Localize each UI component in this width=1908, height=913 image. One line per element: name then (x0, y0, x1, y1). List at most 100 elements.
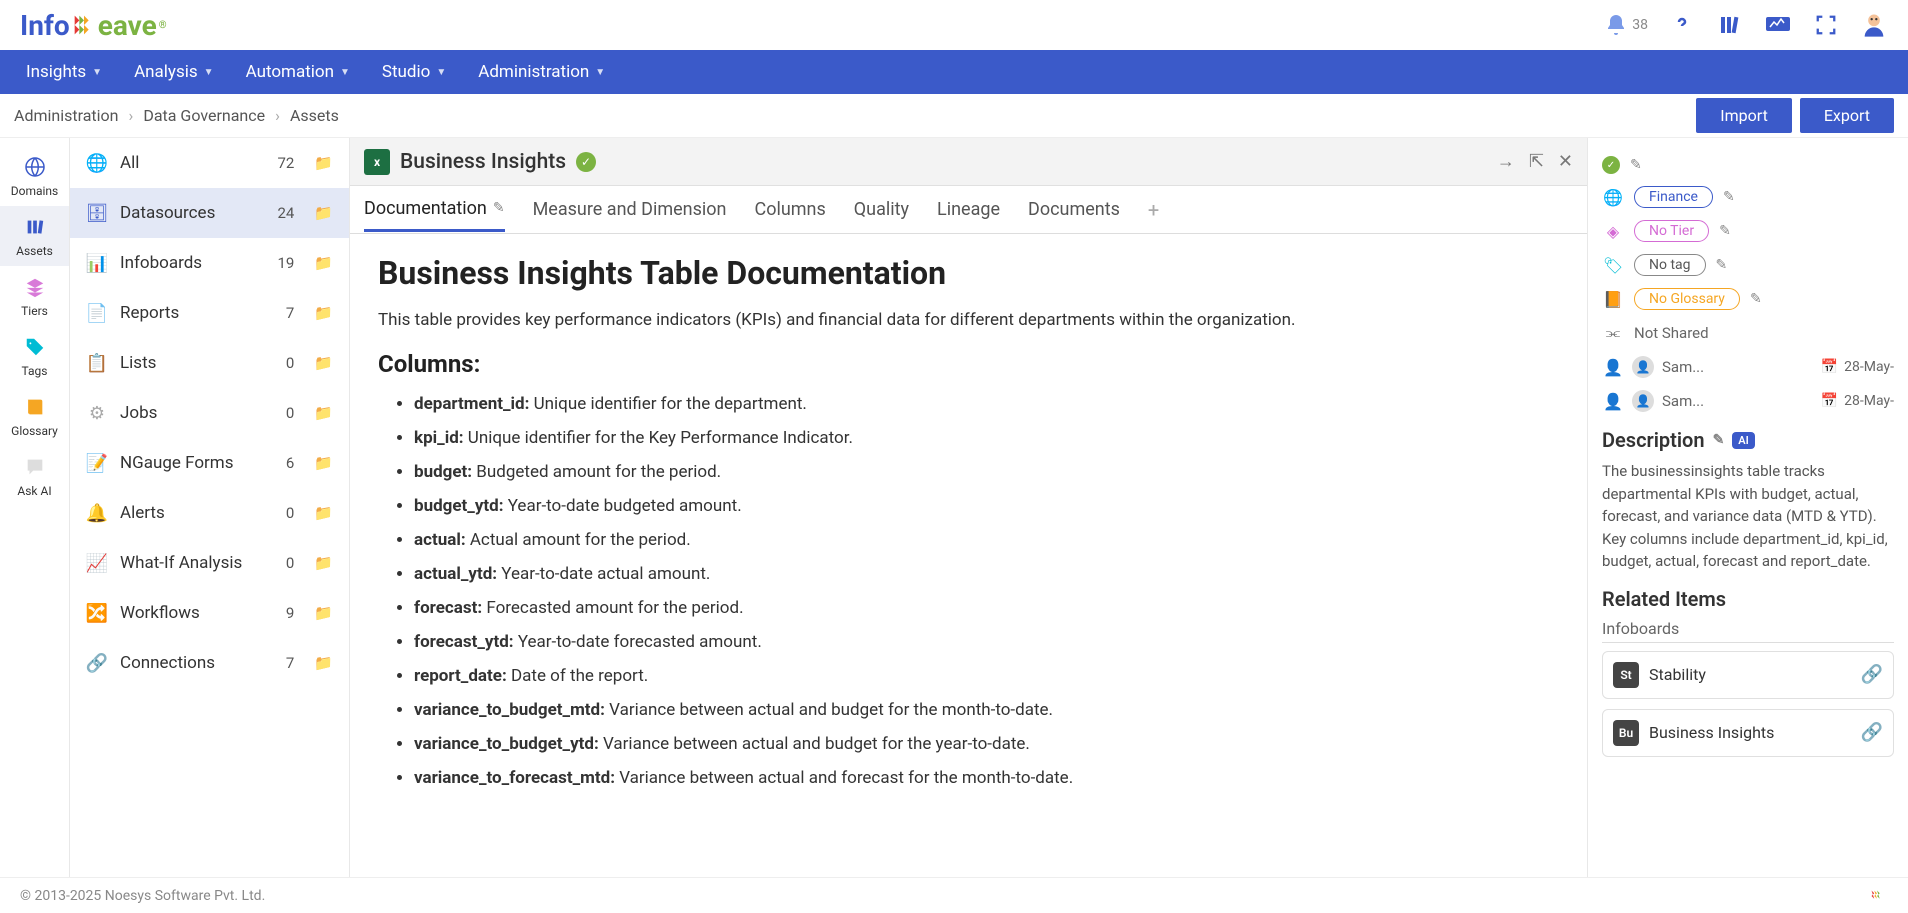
doc-columns-heading: Columns: (378, 350, 1559, 378)
column-item: actual: Actual amount for the period. (414, 530, 1559, 550)
copyright: © 2013-2025 Noesys Software Pvt. Ltd. (20, 888, 265, 904)
tab-quality[interactable]: Quality (854, 189, 909, 230)
sidebar-item-workflows[interactable]: 🔀Workflows9📁 (70, 588, 349, 638)
folder-icon: 📁 (314, 204, 333, 222)
item-label: Datasources (120, 203, 265, 223)
nav-automation[interactable]: Automation▼ (232, 54, 364, 90)
item-count: 0 (286, 404, 294, 422)
breadcrumb-data-governance[interactable]: Data Governance (143, 106, 265, 125)
rail-glossary[interactable]: Glossary (0, 386, 69, 446)
created-by-row: 👤👤Sam... 📅28-May- (1602, 350, 1894, 384)
item-count: 0 (286, 354, 294, 372)
item-label: All (120, 153, 265, 173)
main: Domains Assets Tiers Tags Glossary Ask A… (0, 138, 1908, 877)
tabs: Documentation✎ Measure and Dimension Col… (350, 186, 1587, 234)
column-item: report_date: Date of the report. (414, 666, 1559, 686)
item-icon: 🔀 (86, 602, 108, 624)
ai-badge[interactable]: AI (1732, 432, 1755, 449)
column-item: forecast_ytd: Year-to-date forecasted am… (414, 632, 1559, 652)
sidebar-item-what-if-analysis[interactable]: 📈What-If Analysis0📁 (70, 538, 349, 588)
help-button[interactable] (1668, 11, 1696, 39)
breadcrumb-administration[interactable]: Administration (14, 106, 119, 125)
tier-pill[interactable]: No Tier (1634, 220, 1709, 242)
library-button[interactable] (1716, 11, 1744, 39)
nav-insights[interactable]: Insights▼ (12, 54, 116, 90)
external-link-icon[interactable]: ⇱ (1529, 151, 1544, 172)
rail-tiers[interactable]: Tiers (0, 266, 69, 326)
user-avatar[interactable] (1860, 11, 1888, 39)
related-item[interactable]: BuBusiness Insights🔗 (1602, 709, 1894, 757)
avatar: 👤 (1632, 356, 1654, 378)
item-count: 6 (286, 454, 294, 472)
domain-pill[interactable]: Finance (1634, 186, 1713, 208)
item-count: 0 (286, 504, 294, 522)
nav-studio[interactable]: Studio▼ (368, 54, 460, 90)
item-icon: 🗄 (86, 202, 108, 224)
rail-domains[interactable]: Domains (0, 146, 69, 206)
sidebar-item-connections[interactable]: 🔗Connections7📁 (70, 638, 349, 688)
description-heading: Description✎AI (1602, 428, 1894, 452)
doc-header-actions: → ⇱ ✕ (1497, 151, 1573, 172)
tab-documentation[interactable]: Documentation✎ (364, 188, 505, 232)
sidebar-item-jobs[interactable]: ⚙Jobs0📁 (70, 388, 349, 438)
tab-measure-dimension[interactable]: Measure and Dimension (533, 189, 727, 230)
glossary-pill[interactable]: No Glossary (1634, 288, 1740, 310)
bell-icon (1604, 13, 1628, 37)
related-label: Business Insights (1649, 723, 1851, 742)
rail-ask-ai[interactable]: Ask AI (0, 446, 69, 506)
link-icon[interactable]: 🔗 (1861, 664, 1883, 685)
import-button[interactable]: Import (1696, 98, 1792, 133)
chevron-right-icon: › (275, 106, 280, 125)
rail-tags[interactable]: Tags (0, 326, 69, 386)
link-icon[interactable]: 🔗 (1861, 722, 1883, 743)
edit-icon[interactable]: ✎ (1723, 189, 1735, 205)
sidebar-item-all[interactable]: 🌐All72📁 (70, 138, 349, 188)
edit-icon[interactable]: ✎ (1750, 291, 1762, 307)
nav-administration[interactable]: Administration▼ (464, 54, 619, 90)
sidebar-item-infoboards[interactable]: 📊Infoboards19📁 (70, 238, 349, 288)
item-icon: 🔗 (86, 652, 108, 674)
monitor-button[interactable] (1764, 11, 1792, 39)
sidebar-item-lists[interactable]: 📋Lists0📁 (70, 338, 349, 388)
related-item[interactable]: StStability🔗 (1602, 651, 1894, 699)
edit-icon[interactable]: ✎ (1713, 432, 1725, 448)
globe-icon (22, 154, 48, 180)
item-icon: 🌐 (86, 152, 108, 174)
edit-icon[interactable]: ✎ (1719, 223, 1731, 239)
user-plus-icon: 👤 (1602, 356, 1624, 378)
chevron-down-icon: ▼ (340, 67, 350, 78)
item-label: Lists (120, 353, 274, 373)
verified-icon: ✓ (1602, 156, 1620, 174)
folder-icon: 📁 (314, 154, 333, 172)
column-item: kpi_id: Unique identifier for the Key Pe… (414, 428, 1559, 448)
arrow-right-icon[interactable]: → (1497, 151, 1515, 172)
edit-icon[interactable]: ✎ (1630, 157, 1642, 173)
side-panel: ✓✎ 🌐Finance✎ ◈No Tier✎ 🏷No tag✎ 📙No Glos… (1588, 138, 1908, 877)
layers-icon (22, 274, 48, 300)
notifications-button[interactable]: 38 (1604, 13, 1648, 37)
modified-by-row: 👤👤Sam... 📅28-May- (1602, 384, 1894, 418)
book-icon: 📙 (1602, 288, 1624, 310)
fullscreen-button[interactable] (1812, 11, 1840, 39)
tab-documents[interactable]: Documents (1028, 189, 1120, 230)
nav-analysis[interactable]: Analysis▼ (120, 54, 228, 90)
export-button[interactable]: Export (1800, 98, 1894, 133)
logo[interactable]: Info eave ® (20, 9, 167, 42)
sidebar-item-reports[interactable]: 📄Reports7📁 (70, 288, 349, 338)
verified-badge: ✓ (576, 152, 596, 172)
tag-pill[interactable]: No tag (1634, 254, 1706, 276)
breadcrumb-assets[interactable]: Assets (290, 106, 339, 125)
item-count: 24 (277, 204, 294, 222)
edit-icon[interactable]: ✎ (1716, 257, 1728, 273)
item-icon: 📈 (86, 552, 108, 574)
rail-assets[interactable]: Assets (0, 206, 69, 266)
close-icon[interactable]: ✕ (1558, 151, 1573, 172)
column-item: department_id: Unique identifier for the… (414, 394, 1559, 414)
tab-columns[interactable]: Columns (754, 189, 825, 230)
edit-icon[interactable]: ✎ (493, 200, 505, 216)
sidebar-item-alerts[interactable]: 🔔Alerts0📁 (70, 488, 349, 538)
sidebar-item-ngauge-forms[interactable]: 📝NGauge Forms6📁 (70, 438, 349, 488)
add-tab-button[interactable]: + (1148, 198, 1159, 222)
tab-lineage[interactable]: Lineage (937, 189, 1000, 230)
sidebar-item-datasources[interactable]: 🗄 Datasources 24 📁 (70, 188, 349, 238)
